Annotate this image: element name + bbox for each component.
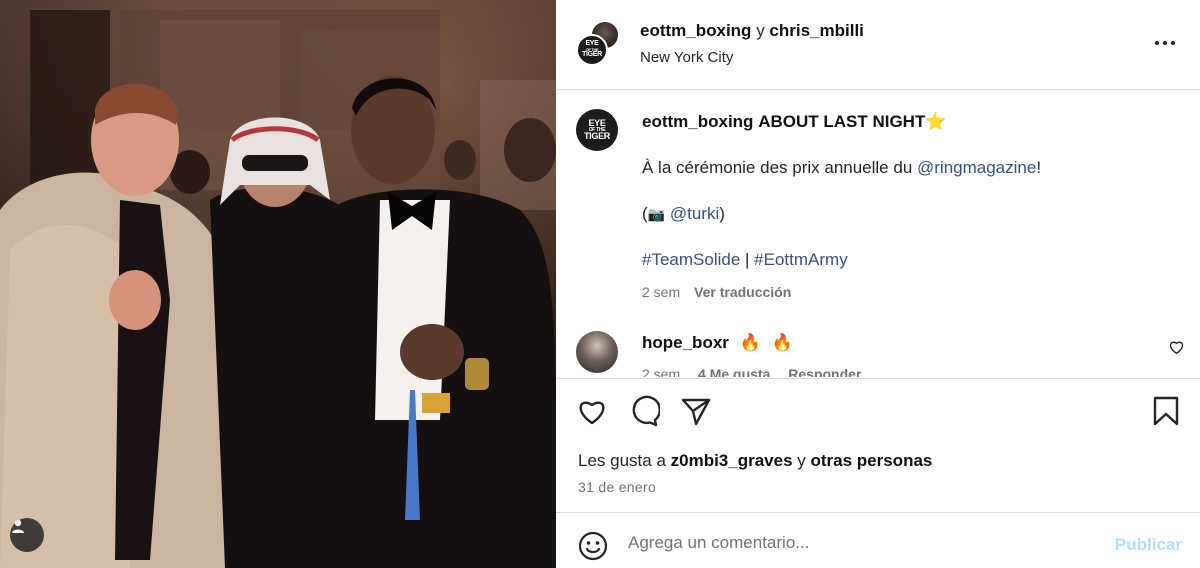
commenter-avatar[interactable]	[576, 331, 618, 373]
comment-time: 2 sem	[642, 366, 681, 377]
author-avatars[interactable]: EYE OF THE TIGER	[576, 20, 622, 66]
save-button[interactable]	[1152, 395, 1180, 432]
comment-like-button[interactable]	[1169, 340, 1184, 359]
post-actions: Les gusta a z0mbi3_graves y otras person…	[556, 378, 1200, 512]
caption-author-avatar[interactable]: EYE OF THE TIGER	[576, 109, 618, 151]
logo-text-tiger: TIGER	[582, 50, 602, 58]
post-authors: eottm_boxing y chris_mbilli	[640, 21, 864, 41]
caption-headline-text: ABOUT LAST NIGHT	[758, 112, 926, 131]
comment-text: hope_boxr 🔥 🔥	[642, 333, 793, 353]
tagged-users-button[interactable]	[10, 518, 44, 552]
caption-time: 2 sem	[642, 284, 681, 300]
likes-summary: Les gusta a z0mbi3_graves y otras person…	[578, 451, 932, 471]
hashtag-teamsolide[interactable]: #TeamSolide	[642, 250, 740, 269]
publish-button[interactable]: Publicar	[1115, 535, 1182, 555]
fire-emoji: 🔥	[771, 333, 793, 352]
camera-icon: 📷	[647, 206, 666, 222]
post-header: EYE OF THE TIGER eottm_boxing y chris_mb…	[556, 0, 1200, 90]
user-icon	[12, 519, 24, 533]
caption-exclamation: !	[1036, 158, 1042, 177]
comment-input[interactable]	[628, 529, 1088, 557]
likes-others[interactable]: otras personas	[810, 451, 932, 470]
author-avatar[interactable]: EYE OF THE TIGER	[576, 34, 608, 66]
emoji-picker-button[interactable]	[578, 531, 608, 566]
heart-icon	[1169, 341, 1184, 355]
post-date: 31 de enero	[578, 479, 657, 495]
post-photo[interactable]	[0, 0, 556, 568]
smiley-icon	[578, 531, 608, 561]
see-translation-button[interactable]: Ver traducción	[694, 284, 791, 300]
caption-line-ceremony: À la cérémonie des prix annuelle du @rin…	[642, 158, 1041, 178]
caption-username[interactable]: eottm_boxing	[642, 112, 753, 131]
credit-close-paren: )	[719, 204, 725, 223]
bookmark-icon	[1153, 396, 1179, 426]
logo-text-tiger: TIGER	[583, 131, 610, 142]
mention-ringmagazine[interactable]: @ringmagazine	[917, 158, 1036, 177]
caption-ceremony-text: À la cérémonie des prix annuelle du	[642, 158, 917, 177]
coauthor-username[interactable]: chris_mbilli	[769, 21, 863, 40]
likes-middle: y	[792, 451, 811, 470]
caption-meta: 2 sem Ver traducción	[642, 284, 791, 300]
caption-headline: eottm_boxing ABOUT LAST NIGHT⭐	[642, 112, 947, 132]
likes-prefix: Les gusta a	[578, 451, 671, 470]
comment-meta: 2 sem 4 Me gusta Responder	[642, 366, 875, 377]
share-icon	[681, 398, 711, 426]
author-username[interactable]: eottm_boxing	[640, 21, 751, 40]
mention-turki[interactable]: @turki	[670, 204, 719, 223]
share-button[interactable]	[680, 395, 712, 432]
heart-icon	[579, 401, 605, 425]
hashtag-separator: |	[745, 250, 750, 269]
caption-line-credit: (📷 @turki)	[642, 204, 725, 224]
liker-username[interactable]: z0mbi3_graves	[671, 451, 793, 470]
comment-button[interactable]	[628, 395, 662, 432]
star-emoji: ⭐	[925, 112, 947, 131]
comment-likes[interactable]: 4 Me gusta	[698, 366, 770, 377]
commenter-username[interactable]: hope_boxr	[642, 333, 729, 352]
comment-composer: Publicar	[556, 512, 1200, 568]
more-horizontal-icon	[1155, 41, 1159, 45]
caption-hashtags: #TeamSolide | #EottmArmy	[642, 250, 848, 270]
comment-reply-button[interactable]: Responder	[788, 366, 861, 377]
more-options-button[interactable]	[1150, 30, 1180, 56]
post-details-panel: EYE OF THE TIGER eottm_boxing y chris_mb…	[556, 0, 1200, 568]
like-button[interactable]	[576, 395, 608, 432]
comment-icon	[632, 395, 662, 427]
fire-emoji: 🔥	[739, 333, 761, 352]
authors-conjunction: y	[756, 21, 765, 40]
hashtag-eottmarmy[interactable]: #EottmArmy	[754, 250, 848, 269]
post-location[interactable]: New York City	[640, 49, 733, 66]
photo-illustration	[0, 10, 556, 568]
